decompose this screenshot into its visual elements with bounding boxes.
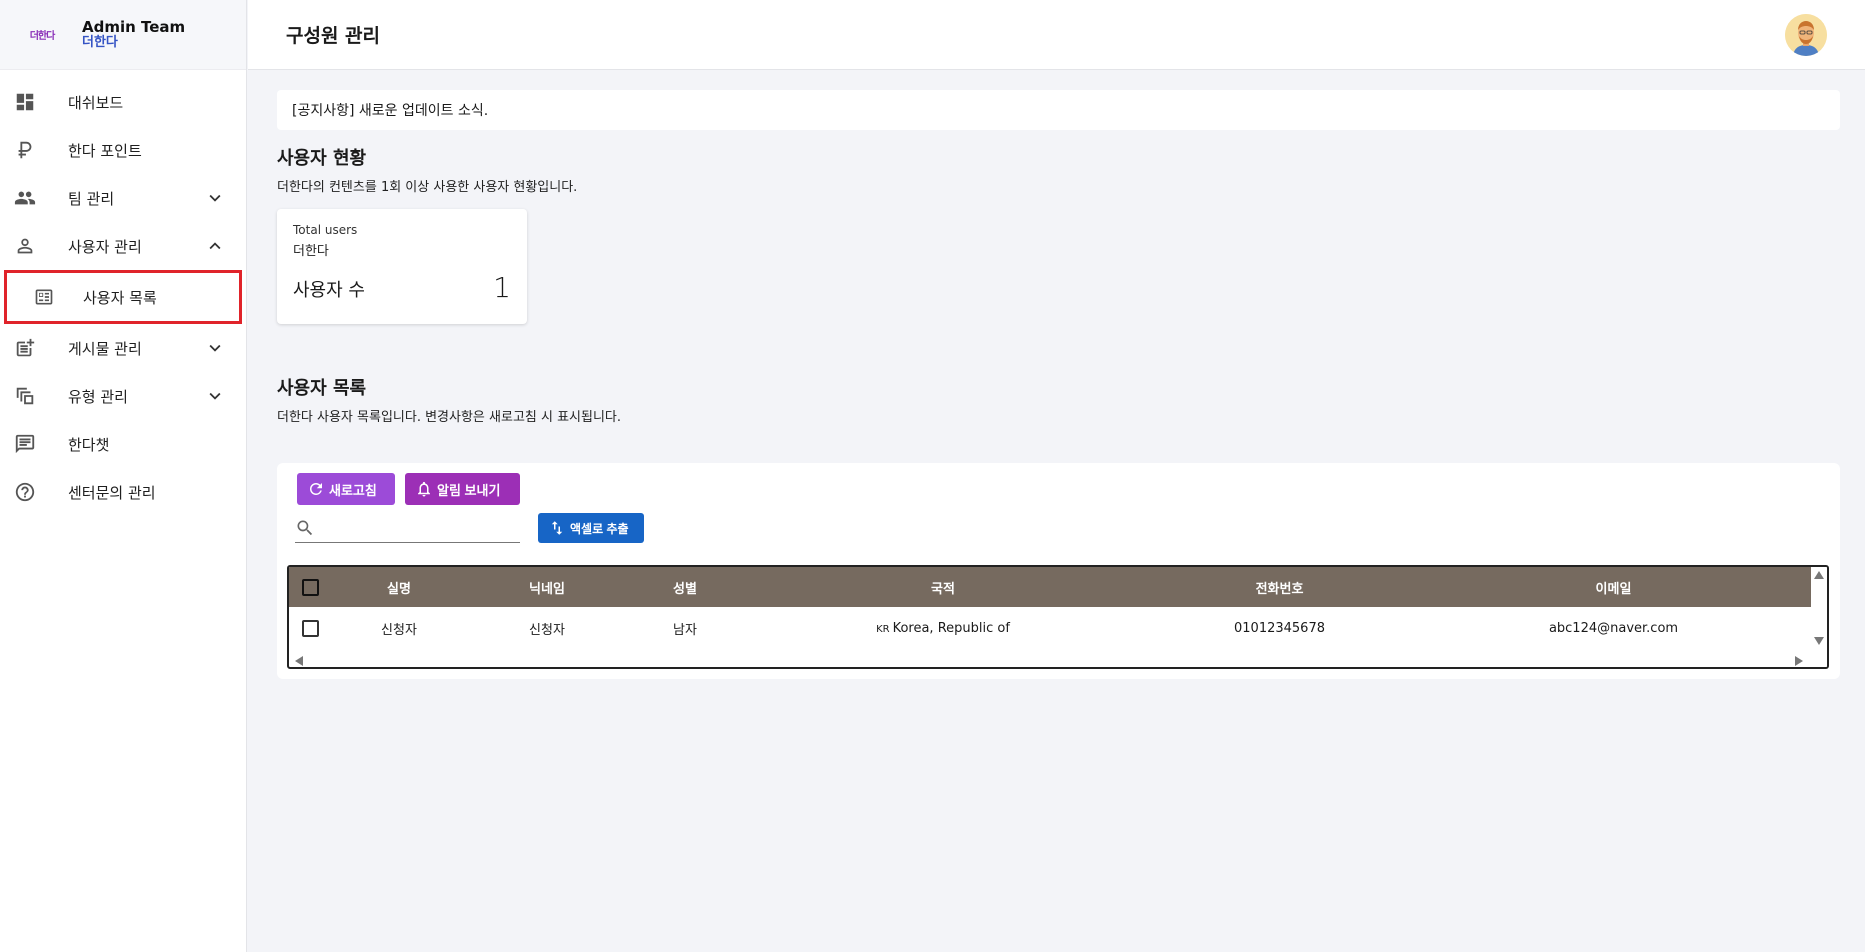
- cell-name: 신청자: [381, 622, 417, 638]
- sidebar-item-center-inquiry[interactable]: 센터문의 관리: [0, 468, 246, 516]
- column-header[interactable]: 전화번호: [1143, 578, 1416, 597]
- user-list-card: 새로고침 알림 보내기 액셀로 추출 실명 닉네임 성별 국적 전화번호 이메일…: [277, 463, 1840, 679]
- cell-phone: 01012345678: [1234, 620, 1325, 636]
- brand-logo: 더한다: [29, 31, 56, 42]
- vertical-scrollbar[interactable]: [1811, 567, 1827, 667]
- scroll-down-arrow-icon[interactable]: [1814, 637, 1824, 645]
- column-header[interactable]: 국적: [743, 578, 1143, 597]
- sidebar-nav: 대쉬보드 한다 포인트 팀 관리 사용자 관리 사용자 목록 게시물 관리 유형: [0, 70, 246, 516]
- sidebar-item-label: 센터문의 관리: [68, 483, 156, 502]
- list-card-icon: [33, 286, 55, 308]
- stat-brand: 더한다: [293, 244, 329, 259]
- stat-name: 사용자 수: [293, 280, 365, 301]
- list-section-title: 사용자 목록: [277, 378, 367, 399]
- sidebar-item-user-management[interactable]: 사용자 관리: [0, 222, 246, 270]
- page-title: 구성원 관리: [286, 25, 381, 47]
- sidebar-item-label: 한다챗: [68, 435, 110, 454]
- sidebar-item-label: 대쉬보드: [68, 93, 124, 112]
- export-excel-button[interactable]: 액셀로 추출: [538, 513, 644, 543]
- column-header[interactable]: 이메일: [1416, 578, 1811, 597]
- post-add-icon: [14, 337, 36, 359]
- sidebar-item-handa-point[interactable]: 한다 포인트: [0, 126, 246, 174]
- sidebar-item-label: 사용자 관리: [68, 237, 142, 256]
- sidebar-item-team[interactable]: 팀 관리: [0, 174, 246, 222]
- table-header: 실명 닉네임 성별 국적 전화번호 이메일: [289, 567, 1811, 607]
- sidebar-item-label: 사용자 목록: [83, 288, 157, 307]
- send-notification-label: 알림 보내기: [437, 482, 501, 498]
- nationality-text: Korea, Republic of: [892, 620, 1010, 636]
- swap-vert-icon: [551, 521, 563, 535]
- flag-kr-icon: KR: [876, 623, 890, 635]
- sidebar-item-post-management[interactable]: 게시물 관리: [0, 324, 246, 372]
- total-users-card: Total users 더한다 사용자 수 1: [277, 209, 527, 324]
- list-section-description: 더한다 사용자 목록입니다. 변경사항은 새로고침 시 표시됩니다.: [277, 410, 622, 425]
- search-field[interactable]: [295, 513, 520, 543]
- send-notification-button[interactable]: 알림 보내기: [405, 473, 520, 505]
- scroll-left-arrow-icon[interactable]: [295, 656, 303, 666]
- sidebar-item-label: 팀 관리: [68, 189, 115, 208]
- sidebar-item-label: 유형 관리: [68, 387, 128, 406]
- scroll-up-arrow-icon[interactable]: [1814, 571, 1824, 579]
- chevron-up-icon[interactable]: [204, 235, 226, 257]
- cell-nickname: 신청자: [529, 622, 565, 638]
- refresh-button[interactable]: 새로고침: [297, 473, 395, 505]
- column-header[interactable]: 실명: [331, 578, 467, 597]
- search-input[interactable]: [321, 520, 511, 535]
- search-icon: [297, 520, 313, 535]
- sidebar-item-user-list[interactable]: 사용자 목록: [4, 270, 242, 324]
- brand-subtitle: 더한다: [82, 34, 118, 50]
- refresh-icon: [310, 483, 322, 495]
- help-icon: [14, 481, 36, 503]
- dashboard-icon: [14, 91, 36, 113]
- export-excel-label: 액셀로 추출: [570, 521, 629, 536]
- person-icon: [14, 235, 36, 257]
- chevron-down-icon[interactable]: [204, 385, 226, 407]
- brand-title: Admin Team: [82, 17, 186, 36]
- cell-email: abc124@naver.com: [1548, 620, 1679, 636]
- top-bar: 구성원 관리: [248, 0, 1865, 70]
- chevron-down-icon[interactable]: [204, 337, 226, 359]
- stat-label: Total users: [293, 223, 358, 237]
- cell-gender: 남자: [673, 622, 697, 638]
- bell-add-icon: [418, 481, 430, 497]
- sidebar-item-label: 게시물 관리: [68, 339, 142, 358]
- stat-value: 1: [493, 271, 511, 304]
- ruble-icon: [14, 139, 36, 161]
- refresh-button-label: 새로고침: [329, 482, 377, 498]
- select-all-checkbox[interactable]: [301, 578, 319, 596]
- avatar[interactable]: [1785, 14, 1827, 56]
- sidebar: 더한다 Admin Team 더한다 대쉬보드 한다 포인트 팀 관리 사용자 …: [0, 0, 247, 952]
- people-icon: [14, 187, 36, 209]
- column-header[interactable]: 성별: [627, 578, 743, 597]
- sidebar-item-type-management[interactable]: 유형 관리: [0, 372, 246, 420]
- brand-header[interactable]: 더한다 Admin Team 더한다: [0, 0, 246, 70]
- horizontal-scrollbar[interactable]: [289, 653, 1811, 667]
- chevron-down-icon[interactable]: [204, 187, 226, 209]
- scroll-right-arrow-icon[interactable]: [1795, 656, 1803, 666]
- status-section-description: 더한다의 컨텐츠를 1회 이상 사용한 사용자 현황입니다.: [277, 180, 578, 195]
- sidebar-item-handa-chat[interactable]: 한다챗: [0, 420, 246, 468]
- status-section-title: 사용자 현황: [277, 148, 367, 169]
- sidebar-item-dashboard[interactable]: 대쉬보드: [0, 78, 246, 126]
- main-content: [공지사항] 새로운 업데이트 소식. 사용자 현황 더한다의 컨텐츠를 1회 …: [277, 70, 1840, 679]
- cell-nationality: KR Korea, Republic of: [743, 621, 1143, 636]
- copy-icon: [14, 385, 36, 407]
- chat-icon: [14, 433, 36, 455]
- table-row[interactable]: 신청자 신청자 남자 KR Korea, Republic of 01012345…: [289, 607, 1811, 649]
- notice-banner[interactable]: [공지사항] 새로운 업데이트 소식.: [277, 90, 1840, 130]
- user-table: 실명 닉네임 성별 국적 전화번호 이메일 신청자 신청자 남자 KR Korea…: [287, 565, 1829, 669]
- sidebar-item-label: 한다 포인트: [68, 141, 142, 160]
- column-header[interactable]: 닉네임: [467, 578, 627, 597]
- row-checkbox[interactable]: [301, 619, 319, 637]
